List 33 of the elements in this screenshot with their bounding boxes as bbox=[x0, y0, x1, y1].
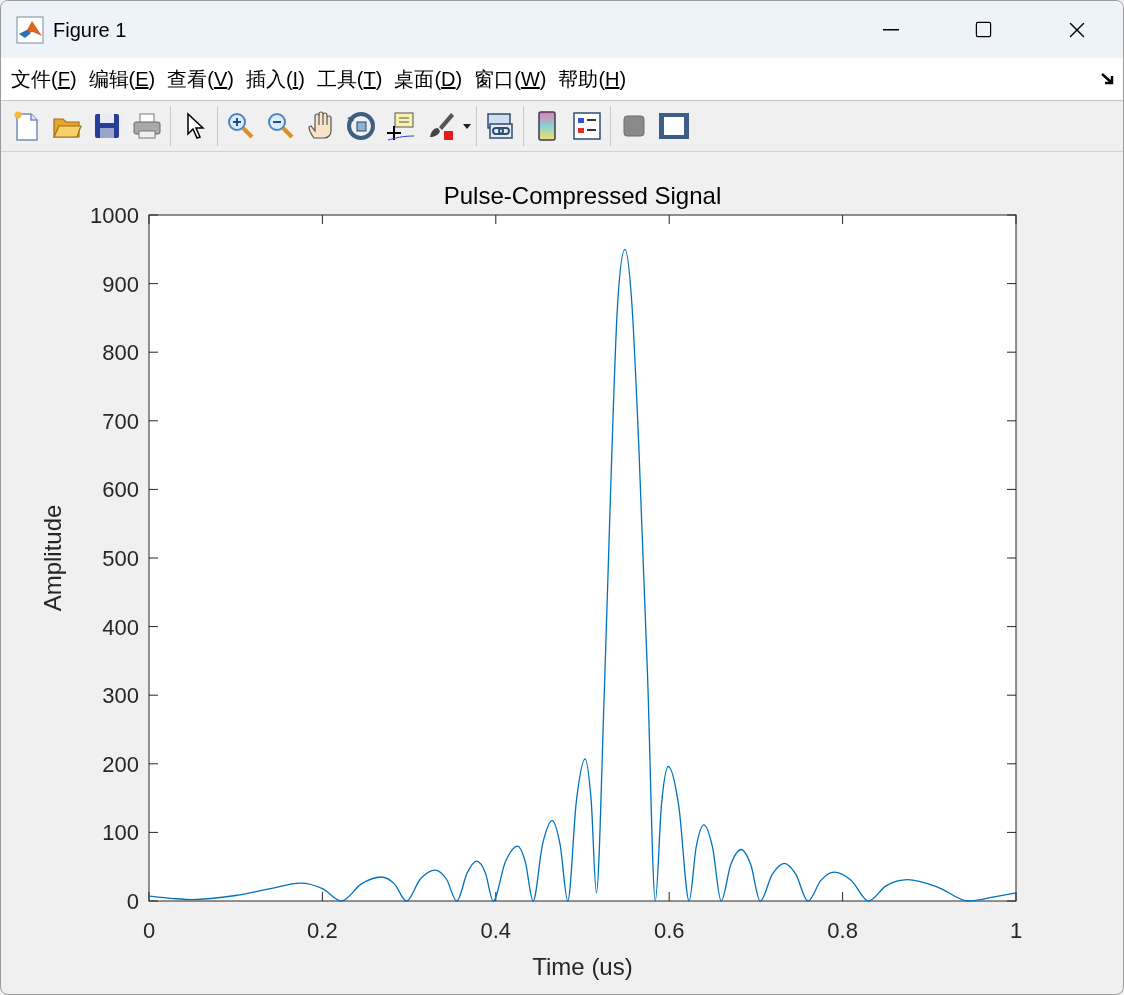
menu-item[interactable]: 插入(I) bbox=[239, 65, 311, 93]
y-tick-label: 500 bbox=[102, 546, 139, 571]
menu-item[interactable]: 帮助(H) bbox=[552, 65, 633, 93]
y-tick-label: 100 bbox=[102, 820, 139, 846]
menu-item[interactable]: 查看(V) bbox=[161, 65, 240, 93]
x-tick-label: 0.8 bbox=[827, 918, 858, 943]
app-logo-icon bbox=[16, 15, 44, 44]
y-tick-label: 700 bbox=[102, 408, 139, 434]
y-tick-label: 0 bbox=[126, 889, 139, 914]
minimize-icon bbox=[882, 28, 899, 31]
menu-item[interactable]: 文件(F) bbox=[5, 65, 83, 93]
maximize-icon bbox=[974, 20, 993, 39]
y-tick-label: 900 bbox=[102, 271, 139, 297]
y-tick-label: 300 bbox=[102, 683, 139, 709]
menu-item[interactable]: 窗口(W) bbox=[468, 65, 553, 93]
window-title: Figure 1 bbox=[53, 17, 127, 43]
chart-title: Pulse-Compressed Signal bbox=[443, 182, 722, 209]
menu-item[interactable]: 编辑(E) bbox=[82, 65, 162, 93]
y-tick-label: 600 bbox=[102, 477, 139, 503]
y-tick-label: 400 bbox=[102, 614, 139, 640]
overflow-arrow-icon[interactable] bbox=[1101, 73, 1115, 85]
x-tick-label: 0.6 bbox=[653, 918, 685, 943]
menu-item[interactable]: 工具(T) bbox=[310, 65, 389, 93]
menu-item[interactable]: 桌面(D) bbox=[388, 65, 469, 93]
x-tick-label: 0.4 bbox=[480, 918, 512, 943]
x-tick-label: 0.2 bbox=[307, 918, 338, 943]
y-axis-label: Amplitude bbox=[39, 504, 66, 612]
x-tick-label: 0 bbox=[142, 918, 156, 943]
y-tick-label: 800 bbox=[102, 340, 139, 366]
y-tick-label: 200 bbox=[102, 751, 139, 777]
y-tick-label: 1000 bbox=[90, 203, 139, 228]
x-tick-label: 1 bbox=[1009, 918, 1023, 943]
x-axis-label: Time (us) bbox=[532, 953, 633, 980]
